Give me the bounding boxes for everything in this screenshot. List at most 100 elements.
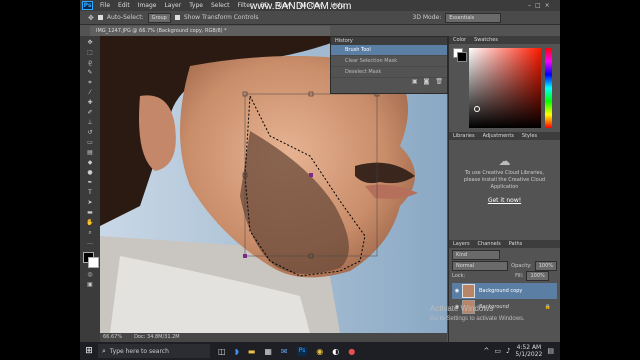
tools-panel: ✥ ⬚ ϱ ✎ ⌗ ⁄ ✚ ✐ ⊥ ↺ ▭ ▤ ◆ ● ✒ T ➤ ▬ ✋ ⌕ … — [80, 36, 100, 342]
file-explorer-icon[interactable]: ▬ — [248, 347, 256, 356]
history-item[interactable]: Deselect Mask — [331, 67, 447, 78]
libraries-panel: ☁ To use Creative Cloud Libraries, pleas… — [449, 140, 560, 240]
more-tools-icon[interactable]: … — [85, 239, 95, 247]
clone-stamp-tool-icon[interactable]: ⊥ — [85, 119, 95, 127]
quick-mask-icon[interactable]: ◎ — [85, 271, 95, 279]
zoom-level[interactable]: 66.67% — [103, 333, 122, 342]
transform-controls-checkbox[interactable] — [174, 15, 180, 20]
history-panel-title[interactable]: History — [331, 37, 447, 45]
creative-cloud-icon: ☁ — [498, 154, 511, 168]
right-panels: Color Swatches Libraries Adjustments Sty… — [448, 36, 560, 342]
path-select-tool-icon[interactable]: ➤ — [85, 199, 95, 207]
hand-tool-icon[interactable]: ✋ — [85, 219, 95, 227]
activate-windows-notice: Activate Windows Go to Settings to activ… — [430, 304, 525, 324]
pen-tool-icon[interactable]: ✒ — [85, 179, 95, 187]
quick-select-tool-icon[interactable]: ✎ — [85, 69, 95, 77]
tab-paths[interactable]: Paths — [509, 240, 523, 248]
history-panel: History Brush Tool Clear Selection Mask … — [330, 36, 448, 94]
store-icon[interactable]: ▦ — [264, 347, 272, 356]
auto-select-checkbox[interactable] — [97, 15, 103, 20]
zoom-tool-icon[interactable]: ⌕ — [85, 229, 95, 237]
tab-color[interactable]: Color — [453, 36, 466, 44]
auto-select-dropdown[interactable]: Group — [147, 12, 171, 23]
get-it-now-link[interactable]: Get it now! — [449, 197, 560, 204]
layer-name[interactable]: Background copy — [479, 288, 522, 294]
color-swatches[interactable] — [83, 252, 99, 268]
eyedropper-tool-icon[interactable]: ⁄ — [85, 89, 95, 97]
color-picker-marker[interactable] — [474, 106, 480, 112]
brush-tool-icon[interactable]: ✐ — [85, 109, 95, 117]
close-icon[interactable]: × — [545, 2, 550, 9]
dodge-tool-icon[interactable]: ● — [85, 169, 95, 177]
clock-time: 4:52 AM — [516, 344, 542, 351]
mail-icon[interactable]: ✉ — [281, 347, 288, 356]
eraser-tool-icon[interactable]: ▭ — [85, 139, 95, 147]
menu-layer[interactable]: Layer — [160, 2, 185, 9]
chrome-icon[interactable]: ◉ — [316, 347, 323, 356]
maximize-icon[interactable]: □ — [535, 2, 541, 9]
lock-icon: 🔒 — [544, 304, 551, 310]
color-field[interactable] — [469, 48, 541, 128]
menu-image[interactable]: Image — [134, 2, 161, 9]
bandicam-icon[interactable]: ● — [348, 347, 355, 356]
trash-icon[interactable]: 🗑 — [435, 78, 443, 86]
photoshop-window: Ps File Edit Image Layer Type Select Fil… — [80, 0, 560, 360]
tab-adjustments[interactable]: Adjustments — [483, 132, 514, 140]
tab-channels[interactable]: Channels — [478, 240, 501, 248]
clock[interactable]: 4:52 AM 5/1/2022 — [515, 344, 542, 358]
menu-type[interactable]: Type — [185, 2, 207, 9]
background-color-swatch[interactable] — [88, 257, 99, 268]
menu-file[interactable]: File — [96, 2, 114, 9]
volume-icon[interactable]: ♪ — [506, 347, 510, 355]
blur-tool-icon[interactable]: ◆ — [85, 159, 95, 167]
options-bar: ✥ Auto-Select: Group Show Transform Cont… — [80, 11, 560, 25]
tab-styles[interactable]: Styles — [522, 132, 537, 140]
3d-mode-label: 3D Mode: — [412, 14, 442, 21]
edge-icon[interactable]: ◗ — [235, 347, 239, 356]
eye-icon[interactable]: ◉ — [452, 288, 462, 294]
shape-tool-icon[interactable]: ▬ — [85, 209, 95, 217]
task-view-icon[interactable]: ◫ — [218, 347, 226, 356]
move-tool-icon[interactable]: ✥ — [88, 14, 94, 22]
history-brush-tool-icon[interactable]: ↺ — [85, 129, 95, 137]
blend-mode-dropdown[interactable]: Normal — [452, 261, 509, 271]
move-tool-icon[interactable]: ✥ — [85, 39, 95, 47]
layer-filter-dropdown[interactable]: Kind — [452, 249, 500, 260]
tray-chevron-icon[interactable]: ^ — [483, 347, 489, 355]
gradient-tool-icon[interactable]: ▤ — [85, 149, 95, 157]
notifications-icon[interactable]: ▤ — [547, 347, 554, 355]
healing-brush-tool-icon[interactable]: ✚ — [85, 99, 95, 107]
tab-libraries[interactable]: Libraries — [453, 132, 475, 140]
taskbar-search[interactable]: ⌕ Type here to search — [98, 344, 210, 358]
opacity-input[interactable]: 100% — [534, 261, 557, 271]
snapshot-icon[interactable]: ◙ — [424, 78, 430, 86]
workspace-dropdown[interactable]: Essentials — [445, 12, 502, 23]
history-item[interactable]: Clear Selection Mask — [331, 56, 447, 67]
system-tray: ^ ▭ ♪ 4:52 AM 5/1/2022 ▤ — [483, 344, 560, 358]
layer-row[interactable]: ◉ Background copy — [452, 283, 557, 299]
network-icon[interactable]: ▭ — [494, 347, 501, 355]
document-tab[interactable]: IMG_1247.JPG @ 66.7% (Background copy, R… — [90, 26, 330, 36]
photoshop-taskbar-icon[interactable]: Ps — [296, 346, 308, 356]
fill-input[interactable]: 100% — [526, 271, 549, 281]
hue-slider[interactable] — [545, 48, 552, 128]
marquee-tool-icon[interactable]: ⬚ — [85, 49, 95, 57]
window-controls: – □ × — [528, 2, 558, 9]
type-tool-icon[interactable]: T — [85, 189, 95, 197]
tab-layers[interactable]: Layers — [453, 240, 470, 248]
lasso-tool-icon[interactable]: ϱ — [85, 59, 95, 67]
history-item[interactable]: Brush Tool — [331, 45, 447, 56]
minimize-icon[interactable]: – — [528, 2, 531, 9]
menu-edit[interactable]: Edit — [114, 2, 134, 9]
new-document-icon[interactable]: ▣ — [412, 78, 418, 86]
tab-swatches[interactable]: Swatches — [474, 36, 498, 44]
windows-start-icon[interactable]: ⊞ — [80, 342, 98, 360]
menu-select[interactable]: Select — [207, 2, 234, 9]
layer-thumbnail — [462, 284, 475, 298]
media-player-icon[interactable]: ◐ — [332, 347, 339, 356]
screen-mode-icon[interactable]: ▣ — [85, 281, 95, 289]
background-color-chip[interactable] — [457, 52, 467, 62]
crop-tool-icon[interactable]: ⌗ — [85, 79, 95, 87]
color-panel-tabs: Color Swatches — [449, 36, 560, 44]
activate-windows-subtitle: Go to Settings to activate Windows. — [430, 316, 525, 322]
